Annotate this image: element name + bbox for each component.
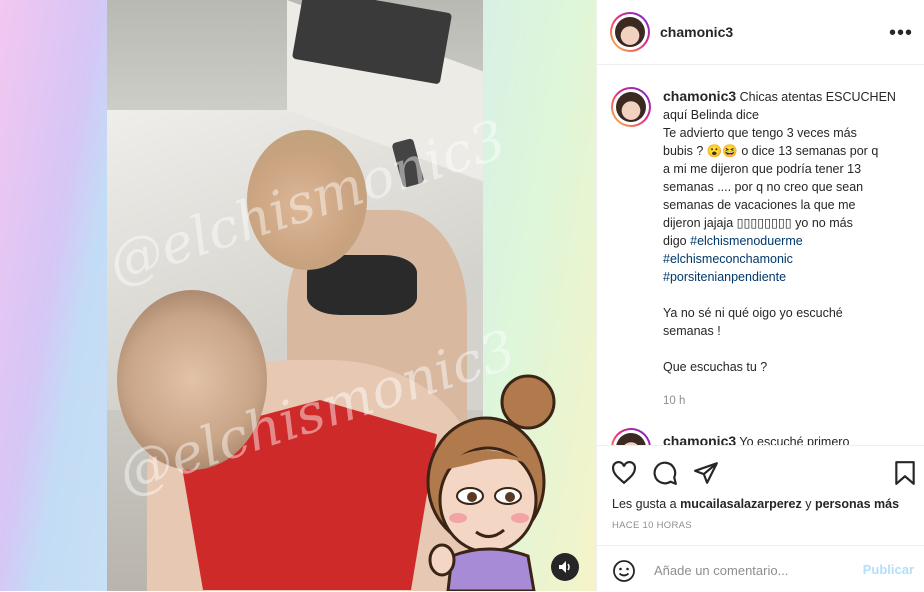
author-username[interactable]: chamonic3 <box>660 24 733 40</box>
heart-icon[interactable] <box>611 460 637 486</box>
speaker-icon <box>559 561 570 573</box>
add-comment-bar: Publicar <box>597 545 924 592</box>
instagram-post-viewer: @elchismonic3 @elchismonic3 chamonic3 ••… <box>0 0 924 591</box>
mute-button[interactable] <box>551 553 579 581</box>
caption-line: bubis ? 😮😆 o dice 13 semanas por q <box>663 144 879 158</box>
share-icon[interactable] <box>693 460 719 486</box>
likes-summary: Les gusta a mucailasalazarperez y person… <box>612 497 899 511</box>
emoji-icon[interactable] <box>612 559 636 583</box>
likes-prefix: Les gusta a <box>612 497 677 511</box>
caption-line: Que escuchas tu ? <box>663 360 768 374</box>
caption-line: digo <box>663 234 687 248</box>
cartoon-sticker <box>426 374 556 591</box>
post-timestamp[interactable]: HACE 10 HORAS <box>612 520 692 531</box>
post-header: chamonic3 ••• <box>597 0 924 65</box>
comments-list[interactable]: chamonic3 Chicas atentas ESCUCHEN aquí B… <box>597 65 924 445</box>
comment-icon[interactable] <box>652 460 678 486</box>
avatar[interactable] <box>610 12 650 52</box>
bookmark-icon[interactable] <box>892 460 918 486</box>
hashtag-link[interactable]: #elchismenoduerme <box>690 234 803 248</box>
post-comment-button[interactable]: Publicar <box>863 562 914 577</box>
caption-line: a mi me dijeron que podría tener 13 <box>663 162 862 176</box>
caption-username[interactable]: chamonic3 <box>663 88 736 104</box>
caption-line: Te advierto que tengo 3 veces más <box>663 126 857 140</box>
likes-conj: y <box>805 497 812 511</box>
caption-text: chamonic3 Chicas atentas ESCUCHEN aquí B… <box>663 87 908 376</box>
caption-line: Chicas atentas ESCUCHEN <box>739 90 896 104</box>
likes-user[interactable]: mucailasalazarperez <box>680 497 802 511</box>
comment-username[interactable]: chamonic3 <box>663 433 736 445</box>
comment-body: Yo escuché primero <box>739 435 850 445</box>
caption-line: dijeron jajaja ▯▯▯▯▯▯▯▯ yo no más <box>663 216 853 230</box>
post-sidebar: chamonic3 ••• chamonic3 Chicas atentas E… <box>596 0 924 591</box>
caption-time[interactable]: 10 h <box>663 395 685 407</box>
action-bar: Les gusta a mucailasalazarperez y person… <box>597 445 924 546</box>
comment-text: chamonic3 Yo escuché primero <box>663 433 849 445</box>
caption-line: semanas ! <box>663 324 721 338</box>
likes-others[interactable]: personas más <box>815 497 899 511</box>
hashtag-link[interactable]: #elchismeconchamonic <box>663 250 908 268</box>
post-media[interactable]: @elchismonic3 @elchismonic3 <box>0 0 596 591</box>
avatar[interactable] <box>611 428 651 445</box>
caption-line: semanas de vacaciones la que me <box>663 198 856 212</box>
caption-line: aquí Belinda dice <box>663 108 759 122</box>
caption-line: semanas .... por q no creo que sean <box>663 180 864 194</box>
hashtag-link[interactable]: #porsitenianpendiente <box>663 268 908 286</box>
more-icon[interactable]: ••• <box>889 22 913 45</box>
caption-line: Ya no sé ni qué oigo yo escuché <box>663 306 843 320</box>
comment-input[interactable] <box>652 556 856 584</box>
avatar[interactable] <box>611 87 651 127</box>
